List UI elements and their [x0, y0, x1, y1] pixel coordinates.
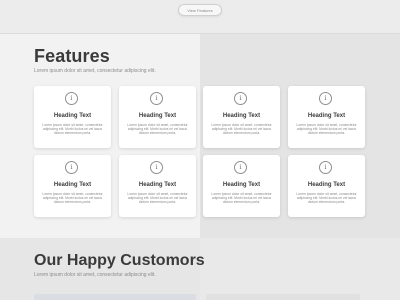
- card-heading: Heading Text: [138, 113, 177, 119]
- feature-card[interactable]: i Heading Text Lorem ipsum dolor sit ame…: [288, 86, 365, 148]
- card-body: Lorem ipsum dolor sit amet, consectetur …: [42, 192, 103, 204]
- customers-subtitle: Lorem ipsum dolor sit amet, consectetur …: [34, 272, 156, 278]
- card-heading: Heading Text: [53, 182, 92, 188]
- info-icon: i: [65, 92, 78, 105]
- info-icon: i: [150, 161, 163, 174]
- card-body: Lorem ipsum dolor sit amet, consectetur …: [211, 192, 272, 204]
- card-heading: Heading Text: [138, 182, 177, 188]
- customers-title: Our Happy Customors: [34, 252, 205, 269]
- info-icon: i: [234, 92, 247, 105]
- card-heading: Heading Text: [222, 113, 261, 119]
- feature-card[interactable]: i Heading Text Lorem ipsum dolor sit ame…: [203, 155, 280, 217]
- feature-card[interactable]: i Heading Text Lorem ipsum dolor sit ame…: [34, 86, 111, 148]
- feature-card[interactable]: i Heading Text Lorem ipsum dolor sit ame…: [203, 86, 280, 148]
- view-features-button[interactable]: View Features: [178, 4, 222, 16]
- card-body: Lorem ipsum dolor sit amet, consectetur …: [127, 123, 188, 135]
- background-shade: [200, 238, 400, 300]
- feature-card[interactable]: i Heading Text Lorem ipsum dolor sit ame…: [119, 155, 196, 217]
- customers-section: Our Happy Customors Lorem ipsum dolor si…: [0, 238, 400, 300]
- feature-card[interactable]: i Heading Text Lorem ipsum dolor sit ame…: [288, 155, 365, 217]
- top-band: View Features: [0, 0, 400, 34]
- card-heading: Heading Text: [53, 113, 92, 119]
- info-icon: i: [150, 92, 163, 105]
- card-body: Lorem ipsum dolor sit amet, consectetur …: [127, 192, 188, 204]
- feature-card[interactable]: i Heading Text Lorem ipsum dolor sit ame…: [119, 86, 196, 148]
- feature-card[interactable]: i Heading Text Lorem ipsum dolor sit ame…: [34, 155, 111, 217]
- customer-card-top: [206, 294, 360, 300]
- info-icon: i: [65, 161, 78, 174]
- card-body: Lorem ipsum dolor sit amet, consectetur …: [296, 123, 357, 135]
- features-title: Features: [34, 46, 110, 66]
- card-body: Lorem ipsum dolor sit amet, consectetur …: [42, 123, 103, 135]
- page: View Features Features Lorem ipsum dolor…: [0, 0, 400, 300]
- feature-card-grid: i Heading Text Lorem ipsum dolor sit ame…: [34, 86, 366, 222]
- info-icon: i: [319, 92, 332, 105]
- card-body: Lorem ipsum dolor sit amet, consectetur …: [211, 123, 272, 135]
- card-body: Lorem ipsum dolor sit amet, consectetur …: [296, 192, 357, 204]
- card-heading: Heading Text: [307, 113, 346, 119]
- info-icon: i: [319, 161, 332, 174]
- customer-card-top: [34, 294, 196, 300]
- info-icon: i: [234, 161, 247, 174]
- features-section: Features Lorem ipsum dolor sit amet, con…: [0, 34, 400, 238]
- card-heading: Heading Text: [222, 182, 261, 188]
- features-subtitle: Lorem ipsum dolor sit amet, consectetur …: [34, 68, 156, 74]
- card-heading: Heading Text: [307, 182, 346, 188]
